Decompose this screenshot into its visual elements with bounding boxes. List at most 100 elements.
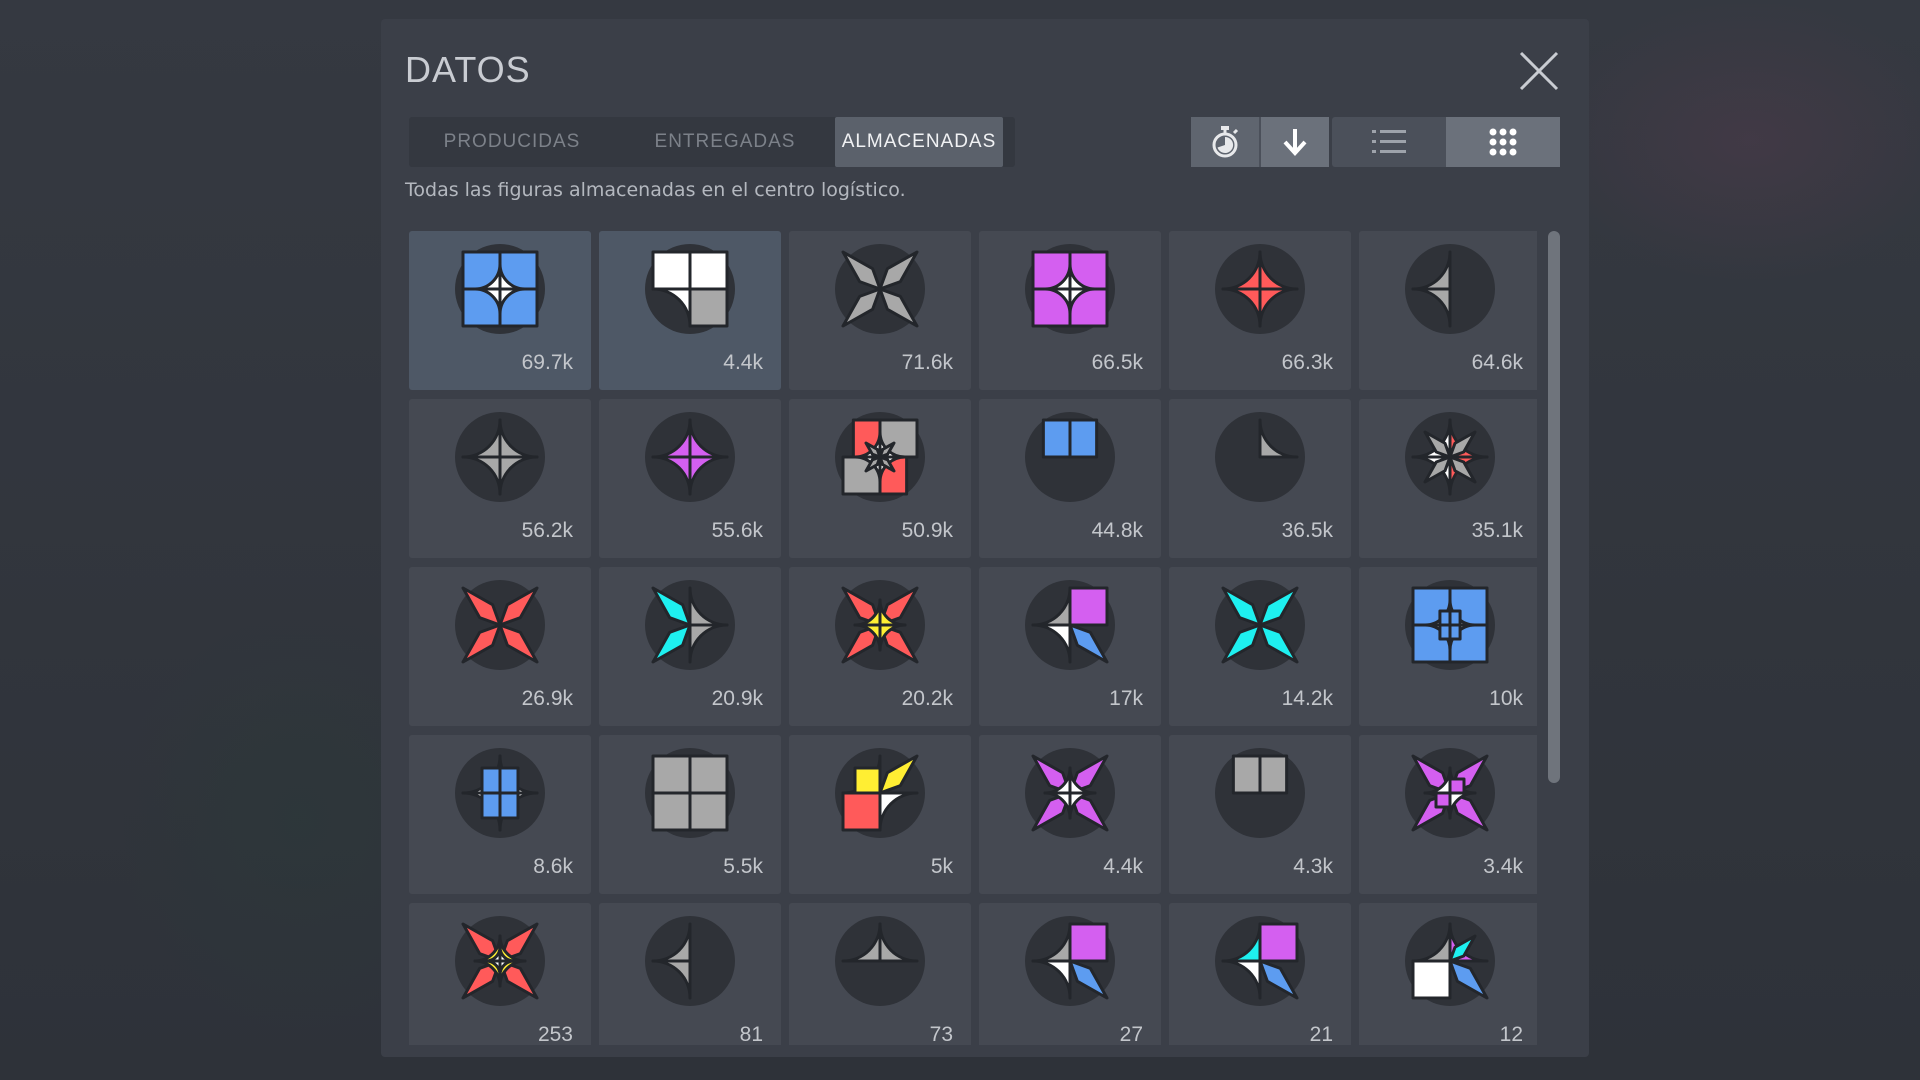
shape-icon [1405,412,1495,502]
shape-icon [1025,748,1115,838]
shape-count: 10k [1489,687,1523,710]
shape-cell[interactable]: 71.6k [789,231,971,390]
shape-cell[interactable]: 21 [1169,903,1351,1045]
shape-cell[interactable]: 4.3k [1169,735,1351,894]
sort-toolbar [1191,117,1329,167]
shape-cell[interactable]: 3.4k [1359,735,1537,894]
shape-cell[interactable]: 12 [1359,903,1537,1045]
shape-cell[interactable]: 5k [789,735,971,894]
shape-cell[interactable]: 81 [599,903,781,1045]
shape-cell[interactable]: 4.4k [979,735,1161,894]
shape-count: 50.9k [901,519,953,542]
shape-count: 73 [929,1023,953,1045]
shape-count: 20.9k [711,687,763,710]
shape-icon [645,412,735,502]
shape-icon [455,244,545,334]
shape-icon [1025,916,1115,1006]
shape-count: 3.4k [1483,855,1523,878]
shape-cell[interactable]: 50.9k [789,399,971,558]
sort-time-button[interactable] [1191,117,1259,167]
data-modal: DATOS PRODUCIDAS ENTREGADAS ALMACENADAS [381,19,1589,1057]
shape-cell[interactable]: 56.2k [409,399,591,558]
shape-cell[interactable]: 44.8k [979,399,1161,558]
shape-count: 66.3k [1281,351,1333,374]
shape-cell[interactable]: 66.3k [1169,231,1351,390]
scrollbar-track[interactable] [1548,231,1560,1045]
shape-cell[interactable]: 8.6k [409,735,591,894]
modal-subtitle: Todas las figuras almacenadas en el cent… [405,179,906,201]
shape-icon [455,412,545,502]
grid-view-button[interactable] [1446,117,1560,167]
shape-icon [835,580,925,670]
shape-icon [1405,916,1495,1006]
shape-icon [835,748,925,838]
shape-cell[interactable]: 36.5k [1169,399,1351,558]
shape-count: 36.5k [1281,519,1333,542]
close-icon [1519,51,1559,91]
shape-cell[interactable]: 55.6k [599,399,781,558]
shape-count: 55.6k [711,519,763,542]
shape-icon [1215,748,1305,838]
shape-count: 81 [739,1023,763,1045]
shape-cell[interactable]: 66.5k [979,231,1161,390]
shape-icon [455,580,545,670]
shape-count: 44.8k [1091,519,1143,542]
shape-icon [835,916,925,1006]
sort-direction-button[interactable] [1261,117,1329,167]
shape-count: 21 [1309,1023,1333,1045]
shape-icon [1215,244,1305,334]
shape-count: 4.3k [1293,855,1333,878]
shape-cell[interactable]: 27 [979,903,1161,1045]
shape-count: 35.1k [1471,519,1523,542]
tab-producidas[interactable]: PRODUCIDAS [409,117,615,167]
shape-count: 4.4k [723,351,763,374]
shape-cell[interactable]: 5.5k [599,735,781,894]
list-view-button[interactable] [1332,117,1446,167]
shape-icon [645,580,735,670]
shape-icon [645,748,735,838]
shape-count: 27 [1119,1023,1143,1045]
shape-count: 26.9k [521,687,573,710]
shape-count: 20.2k [901,687,953,710]
shape-icon [1025,580,1115,670]
shape-cell[interactable]: 20.2k [789,567,971,726]
shape-cell[interactable]: 73 [789,903,971,1045]
shape-icon [1025,244,1115,334]
shape-icon [835,244,925,334]
shape-cell[interactable]: 64.6k [1359,231,1537,390]
shape-count: 17k [1109,687,1143,710]
shape-cell[interactable]: 26.9k [409,567,591,726]
shape-icon [1215,412,1305,502]
shape-cell[interactable]: 35.1k [1359,399,1537,558]
arrow-down-icon [1283,129,1307,156]
shape-count: 5.5k [723,855,763,878]
shape-cell[interactable]: 10k [1359,567,1537,726]
shape-icon [1405,748,1495,838]
shape-cell[interactable]: 14.2k [1169,567,1351,726]
shape-count: 12 [1499,1023,1523,1045]
shape-icon [1405,244,1495,334]
shape-cell[interactable]: 4.4k [599,231,781,390]
tab-almacenadas[interactable]: ALMACENADAS [835,117,1003,167]
shape-cell[interactable]: 253 [409,903,591,1045]
shape-grid: 69.7k 4.4k 71.6k 66.5k 66.3k 64.6k 56.2k 55.6k 5… [409,231,1537,1045]
tab-bar: PRODUCIDAS ENTREGADAS ALMACENADAS [409,117,1015,167]
shape-count: 69.7k [521,351,573,374]
close-button[interactable] [1517,49,1561,93]
shape-icon [1405,580,1495,670]
shape-cell[interactable]: 17k [979,567,1161,726]
shape-count: 64.6k [1471,351,1523,374]
tab-entregadas[interactable]: ENTREGADAS [615,117,835,167]
shape-icon [1025,412,1115,502]
shape-cell[interactable]: 20.9k [599,567,781,726]
scrollbar-thumb[interactable] [1548,231,1560,783]
shape-cell[interactable]: 69.7k [409,231,591,390]
shape-icon [1215,916,1305,1006]
shape-icon [455,748,545,838]
shape-icon [645,244,735,334]
shape-icon [1215,580,1305,670]
shape-count: 253 [537,1023,573,1045]
shape-count: 14.2k [1281,687,1333,710]
shape-icon [455,916,545,1006]
shape-count: 56.2k [521,519,573,542]
